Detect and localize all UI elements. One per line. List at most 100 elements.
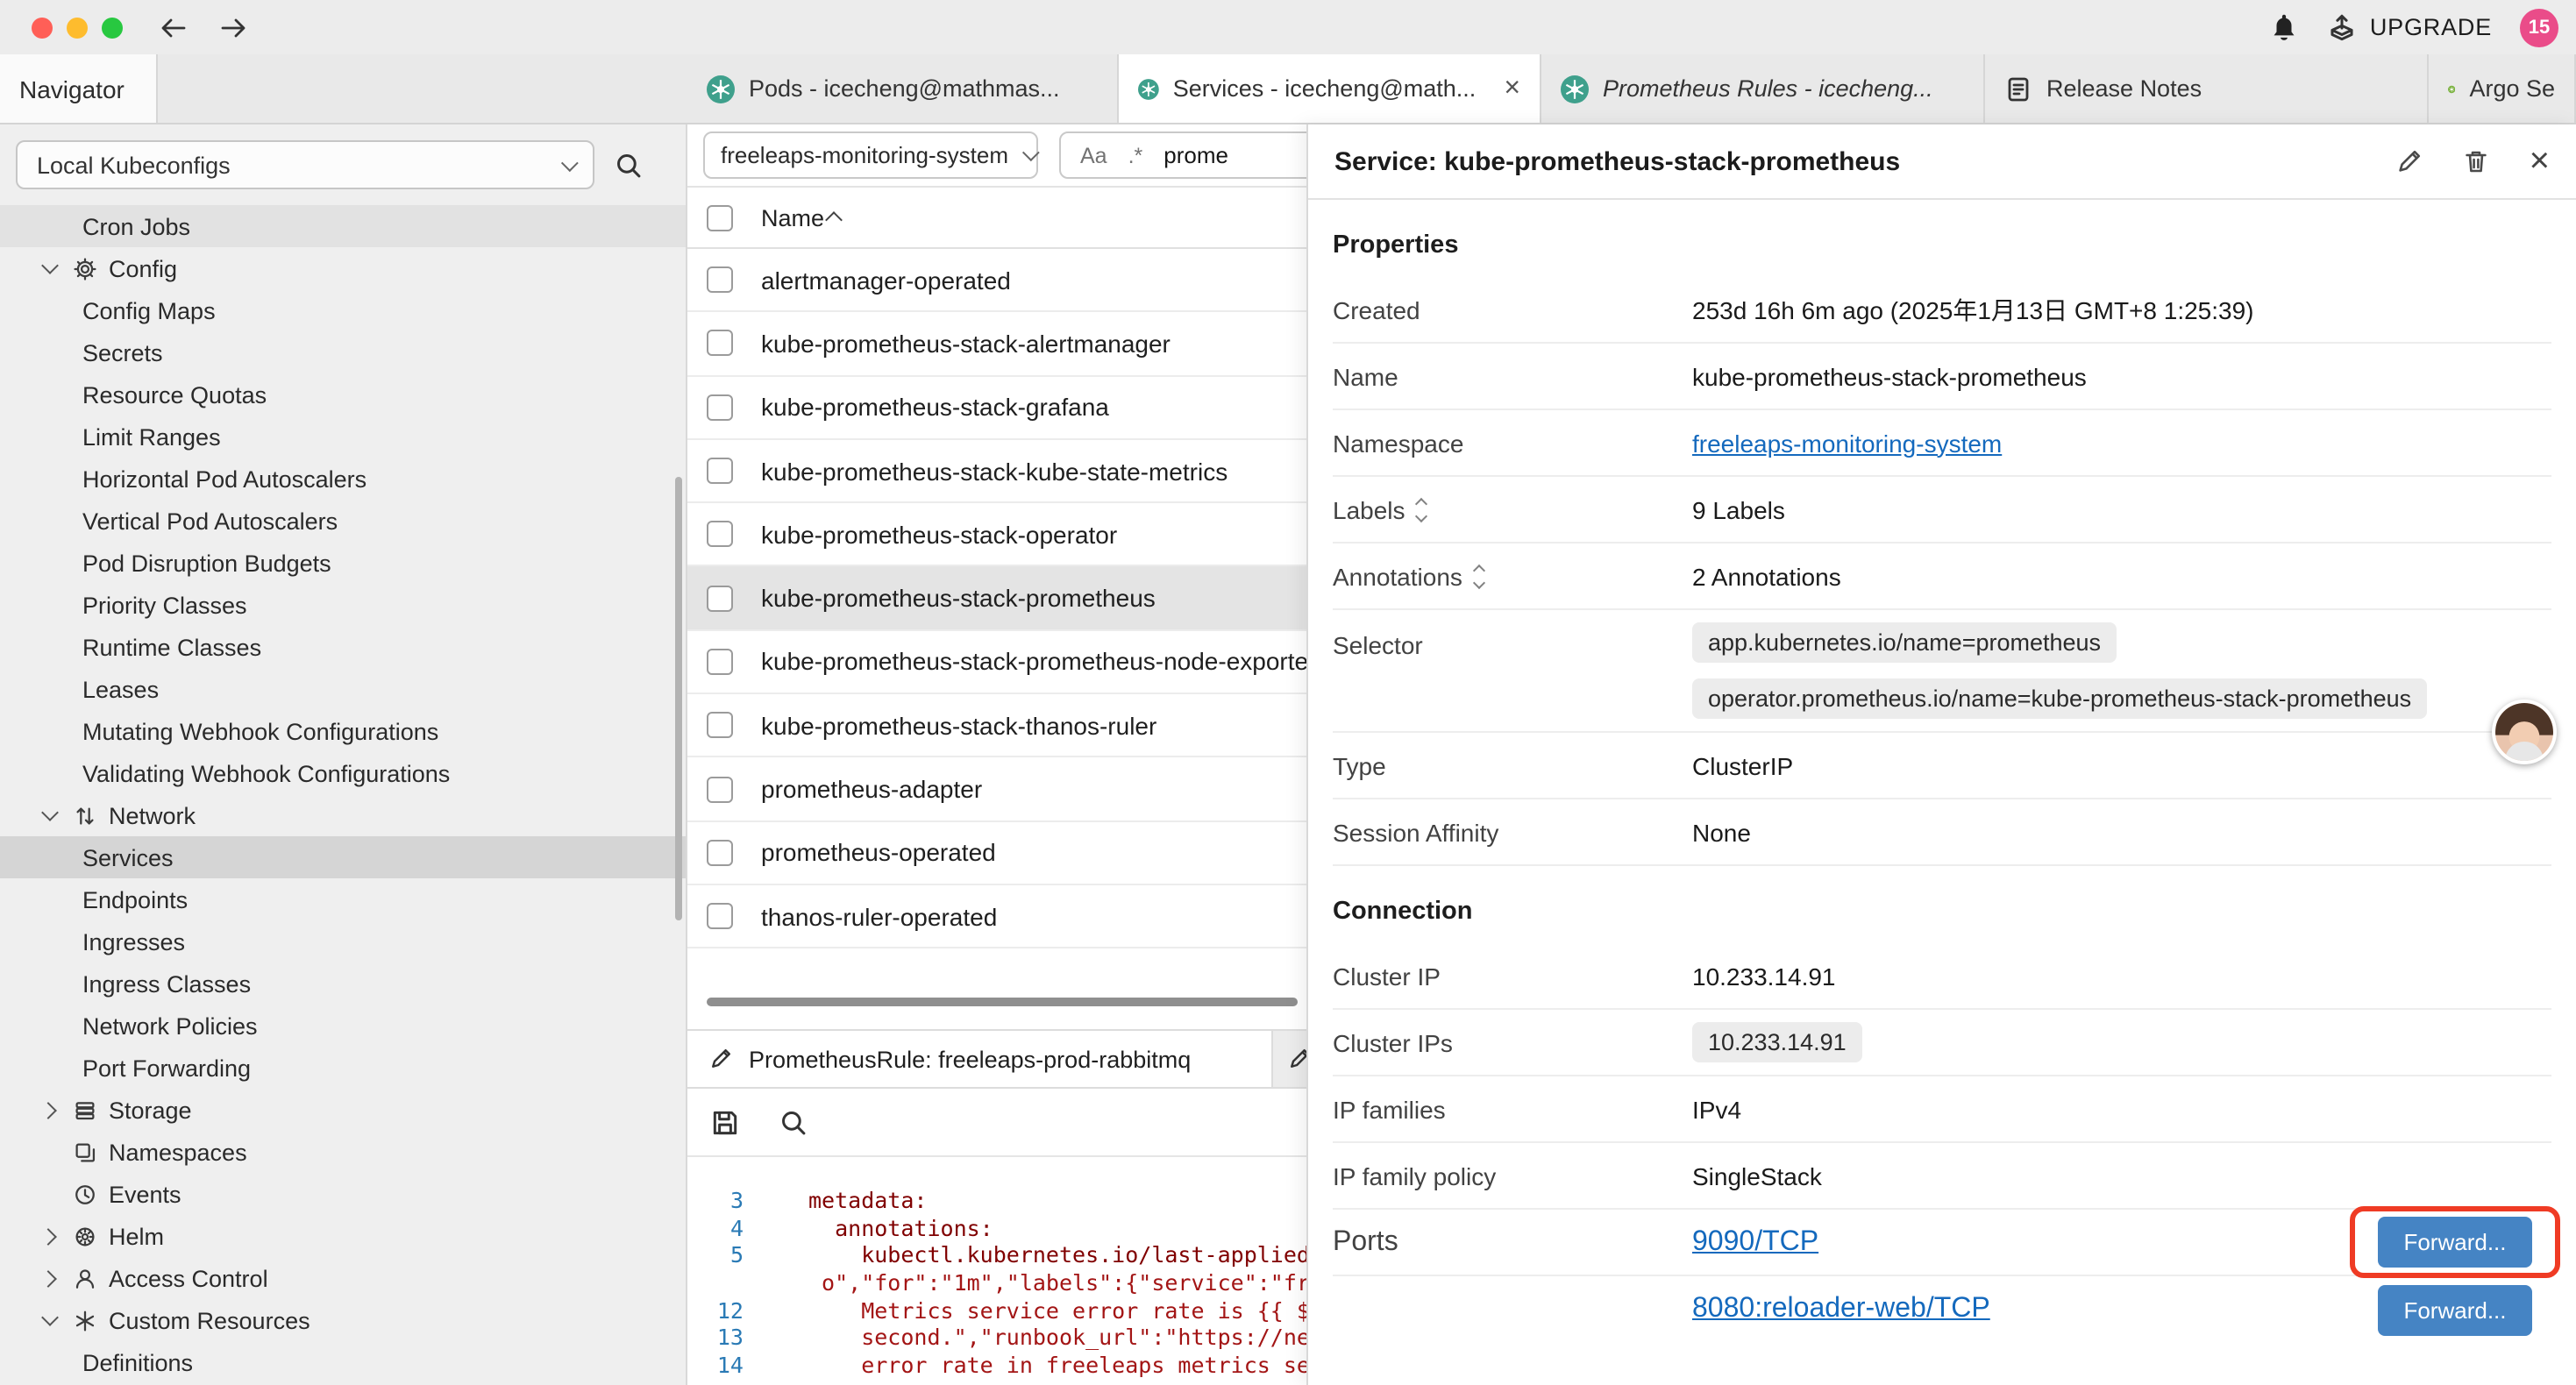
row-checkbox[interactable]: [707, 776, 733, 802]
edit-pencil-icon[interactable]: [2396, 147, 2424, 175]
sidebar-item-resource-quotas[interactable]: Resource Quotas: [0, 373, 686, 416]
resource-details-drawer: Service: kube-prometheus-stack-prometheu…: [1306, 124, 2576, 1385]
regex-toggle[interactable]: .*: [1128, 143, 1143, 167]
network-arrows-icon: [70, 801, 98, 829]
sidebar-item-horizontal-pod-autoscalers[interactable]: Horizontal Pod Autoscalers: [0, 458, 686, 500]
sidebar-item-events[interactable]: Events: [0, 1173, 686, 1215]
detail-row-annotations[interactable]: Annotations 2 Annotations: [1333, 543, 2551, 610]
match-case-toggle[interactable]: Aa: [1080, 143, 1107, 167]
sidebar-item-port-forwarding[interactable]: Port Forwarding: [0, 1047, 686, 1089]
tab-prometheus-rules[interactable]: Prometheus Rules - icecheng...: [1541, 54, 1985, 123]
sidebar-item-priority-classes[interactable]: Priority Classes: [0, 584, 686, 626]
sidebar-item-ingress-classes[interactable]: Ingress Classes: [0, 962, 686, 1005]
row-checkbox[interactable]: [707, 903, 733, 929]
sidebar-scrollbar[interactable]: [675, 477, 682, 920]
sidebar-item-config-maps[interactable]: Config Maps: [0, 289, 686, 331]
notifications-bell-icon[interactable]: [2270, 12, 2300, 42]
navigator-panel-header[interactable]: Navigator: [0, 54, 158, 123]
port-line: 8080:reloader-web/TCP Forward...: [1333, 1276, 2551, 1343]
detail-row-cluster-ip: Cluster IP 10.233.14.91: [1333, 943, 2551, 1010]
chevron-placeholder: [39, 1182, 63, 1206]
namespace-filter-select[interactable]: freeleaps-monitoring-system: [703, 131, 1038, 179]
sidebar-item-runtime-classes[interactable]: Runtime Classes: [0, 626, 686, 668]
namespace-link[interactable]: freeleaps-monitoring-system: [1692, 429, 2002, 457]
column-header-name[interactable]: Name: [761, 204, 840, 231]
upgrade-button[interactable]: UPGRADE: [2328, 12, 2492, 42]
sidebar-search-icon[interactable]: [614, 150, 644, 180]
detail-row-created: Created 253d 16h 6m ago (2025年1月13日 GMT+…: [1333, 277, 2551, 344]
sidebar-item-network-policies[interactable]: Network Policies: [0, 1005, 686, 1047]
sidebar-item-validating-webhook-configurations[interactable]: Validating Webhook Configurations: [0, 752, 686, 794]
sidebar-item-access-control[interactable]: Access Control: [0, 1257, 686, 1299]
row-checkbox[interactable]: [707, 394, 733, 420]
forward-port-button[interactable]: Forward...: [2378, 1284, 2532, 1335]
tab-pods[interactable]: Pods - icecheng@mathmas...: [687, 54, 1119, 123]
zoom-window-button[interactable]: [102, 17, 123, 38]
delete-trash-icon[interactable]: [2463, 147, 2491, 175]
forward-button[interactable]: [217, 13, 249, 41]
forward-port-button[interactable]: Forward...: [2378, 1217, 2532, 1268]
sidebar-item-endpoints[interactable]: Endpoints: [0, 878, 686, 920]
row-checkbox[interactable]: [707, 458, 733, 484]
horizontal-scrollbar[interactable]: [707, 998, 1298, 1006]
row-checkbox[interactable]: [707, 840, 733, 866]
chevron-right-icon[interactable]: [39, 1224, 63, 1248]
save-icon[interactable]: [710, 1108, 740, 1138]
port-link-8080-reloader-web[interactable]: 8080:reloader-web/TCP: [1692, 1294, 1990, 1325]
line-number: 4: [687, 1214, 765, 1241]
detail-label: Created: [1333, 295, 1692, 323]
sidebar-item-definitions[interactable]: Definitions: [0, 1341, 686, 1383]
back-button[interactable]: [158, 13, 189, 41]
section-heading-connection: Connection: [1333, 866, 2551, 943]
cluster-tabs: Pods - icecheng@mathmas... Services - ic…: [687, 54, 2576, 123]
dock-tab-prometheusrule[interactable]: PrometheusRule: freeleaps-prod-rabbitmq: [687, 1031, 1273, 1087]
chevron-down-icon[interactable]: [39, 256, 63, 281]
row-checkbox[interactable]: [707, 330, 733, 357]
minimize-window-button[interactable]: [67, 17, 88, 38]
sidebar-item-custom-resources[interactable]: Custom Resources: [0, 1299, 686, 1341]
tab-release-notes[interactable]: Release Notes: [1985, 54, 2429, 123]
chevron-down-icon[interactable]: [39, 803, 63, 827]
sidebar-item-pod-disruption-budgets[interactable]: Pod Disruption Budgets: [0, 542, 686, 584]
chevron-down-icon[interactable]: [39, 1308, 63, 1332]
sidebar-item-namespaces[interactable]: Namespaces: [0, 1131, 686, 1173]
tab-label: Prometheus Rules - icecheng...: [1603, 75, 1933, 102]
kubeconfig-selector[interactable]: Local Kubeconfigs: [16, 140, 594, 189]
row-checkbox[interactable]: [707, 585, 733, 611]
notification-count-badge[interactable]: 15: [2520, 8, 2558, 46]
row-checkbox[interactable]: [707, 266, 733, 293]
row-checkbox[interactable]: [707, 649, 733, 675]
tab-services[interactable]: Services - icecheng@math... ×: [1119, 54, 1541, 123]
row-checkbox[interactable]: [707, 712, 733, 738]
sidebar-item-network[interactable]: Network: [0, 794, 686, 836]
sidebar-item-services[interactable]: Services: [0, 836, 686, 878]
sidebar-item-vertical-pod-autoscalers[interactable]: Vertical Pod Autoscalers: [0, 500, 686, 542]
expand-collapse-icon[interactable]: [1475, 565, 1484, 586]
sidebar-item-storage[interactable]: Storage: [0, 1089, 686, 1131]
close-window-button[interactable]: [32, 17, 53, 38]
sidebar-item-helm[interactable]: Helm: [0, 1215, 686, 1257]
sidebar-item-leases[interactable]: Leases: [0, 668, 686, 710]
detail-row-labels[interactable]: Labels 9 Labels: [1333, 477, 2551, 543]
search-query-text: prome: [1163, 142, 1228, 168]
detail-row-namespace: Namespace freeleaps-monitoring-system: [1333, 410, 2551, 477]
tab-argo[interactable]: Argo Se: [2429, 54, 2576, 123]
sidebar-item-cron-jobs[interactable]: Cron Jobs: [0, 205, 686, 247]
editor-search-icon[interactable]: [779, 1108, 808, 1138]
detail-value: 10.233.14.91: [1692, 962, 1836, 990]
detail-label: IP families: [1333, 1095, 1692, 1123]
sidebar-item-secrets[interactable]: Secrets: [0, 331, 686, 373]
chevron-right-icon[interactable]: [39, 1266, 63, 1290]
user-avatar[interactable]: [2492, 700, 2557, 764]
sidebar-item-ingresses[interactable]: Ingresses: [0, 920, 686, 962]
chevron-right-icon[interactable]: [39, 1097, 63, 1122]
sidebar-item-mutating-webhook-configurations[interactable]: Mutating Webhook Configurations: [0, 710, 686, 752]
sidebar-item-config[interactable]: Config: [0, 247, 686, 289]
row-checkbox[interactable]: [707, 522, 733, 548]
close-tab-icon[interactable]: ×: [1490, 75, 1520, 103]
select-all-checkbox[interactable]: [707, 204, 733, 231]
sidebar-item-limit-ranges[interactable]: Limit Ranges: [0, 416, 686, 458]
port-link-9090[interactable]: 9090/TCP: [1692, 1226, 1818, 1258]
expand-collapse-icon[interactable]: [1418, 499, 1427, 520]
close-drawer-icon[interactable]: ×: [2530, 144, 2550, 179]
